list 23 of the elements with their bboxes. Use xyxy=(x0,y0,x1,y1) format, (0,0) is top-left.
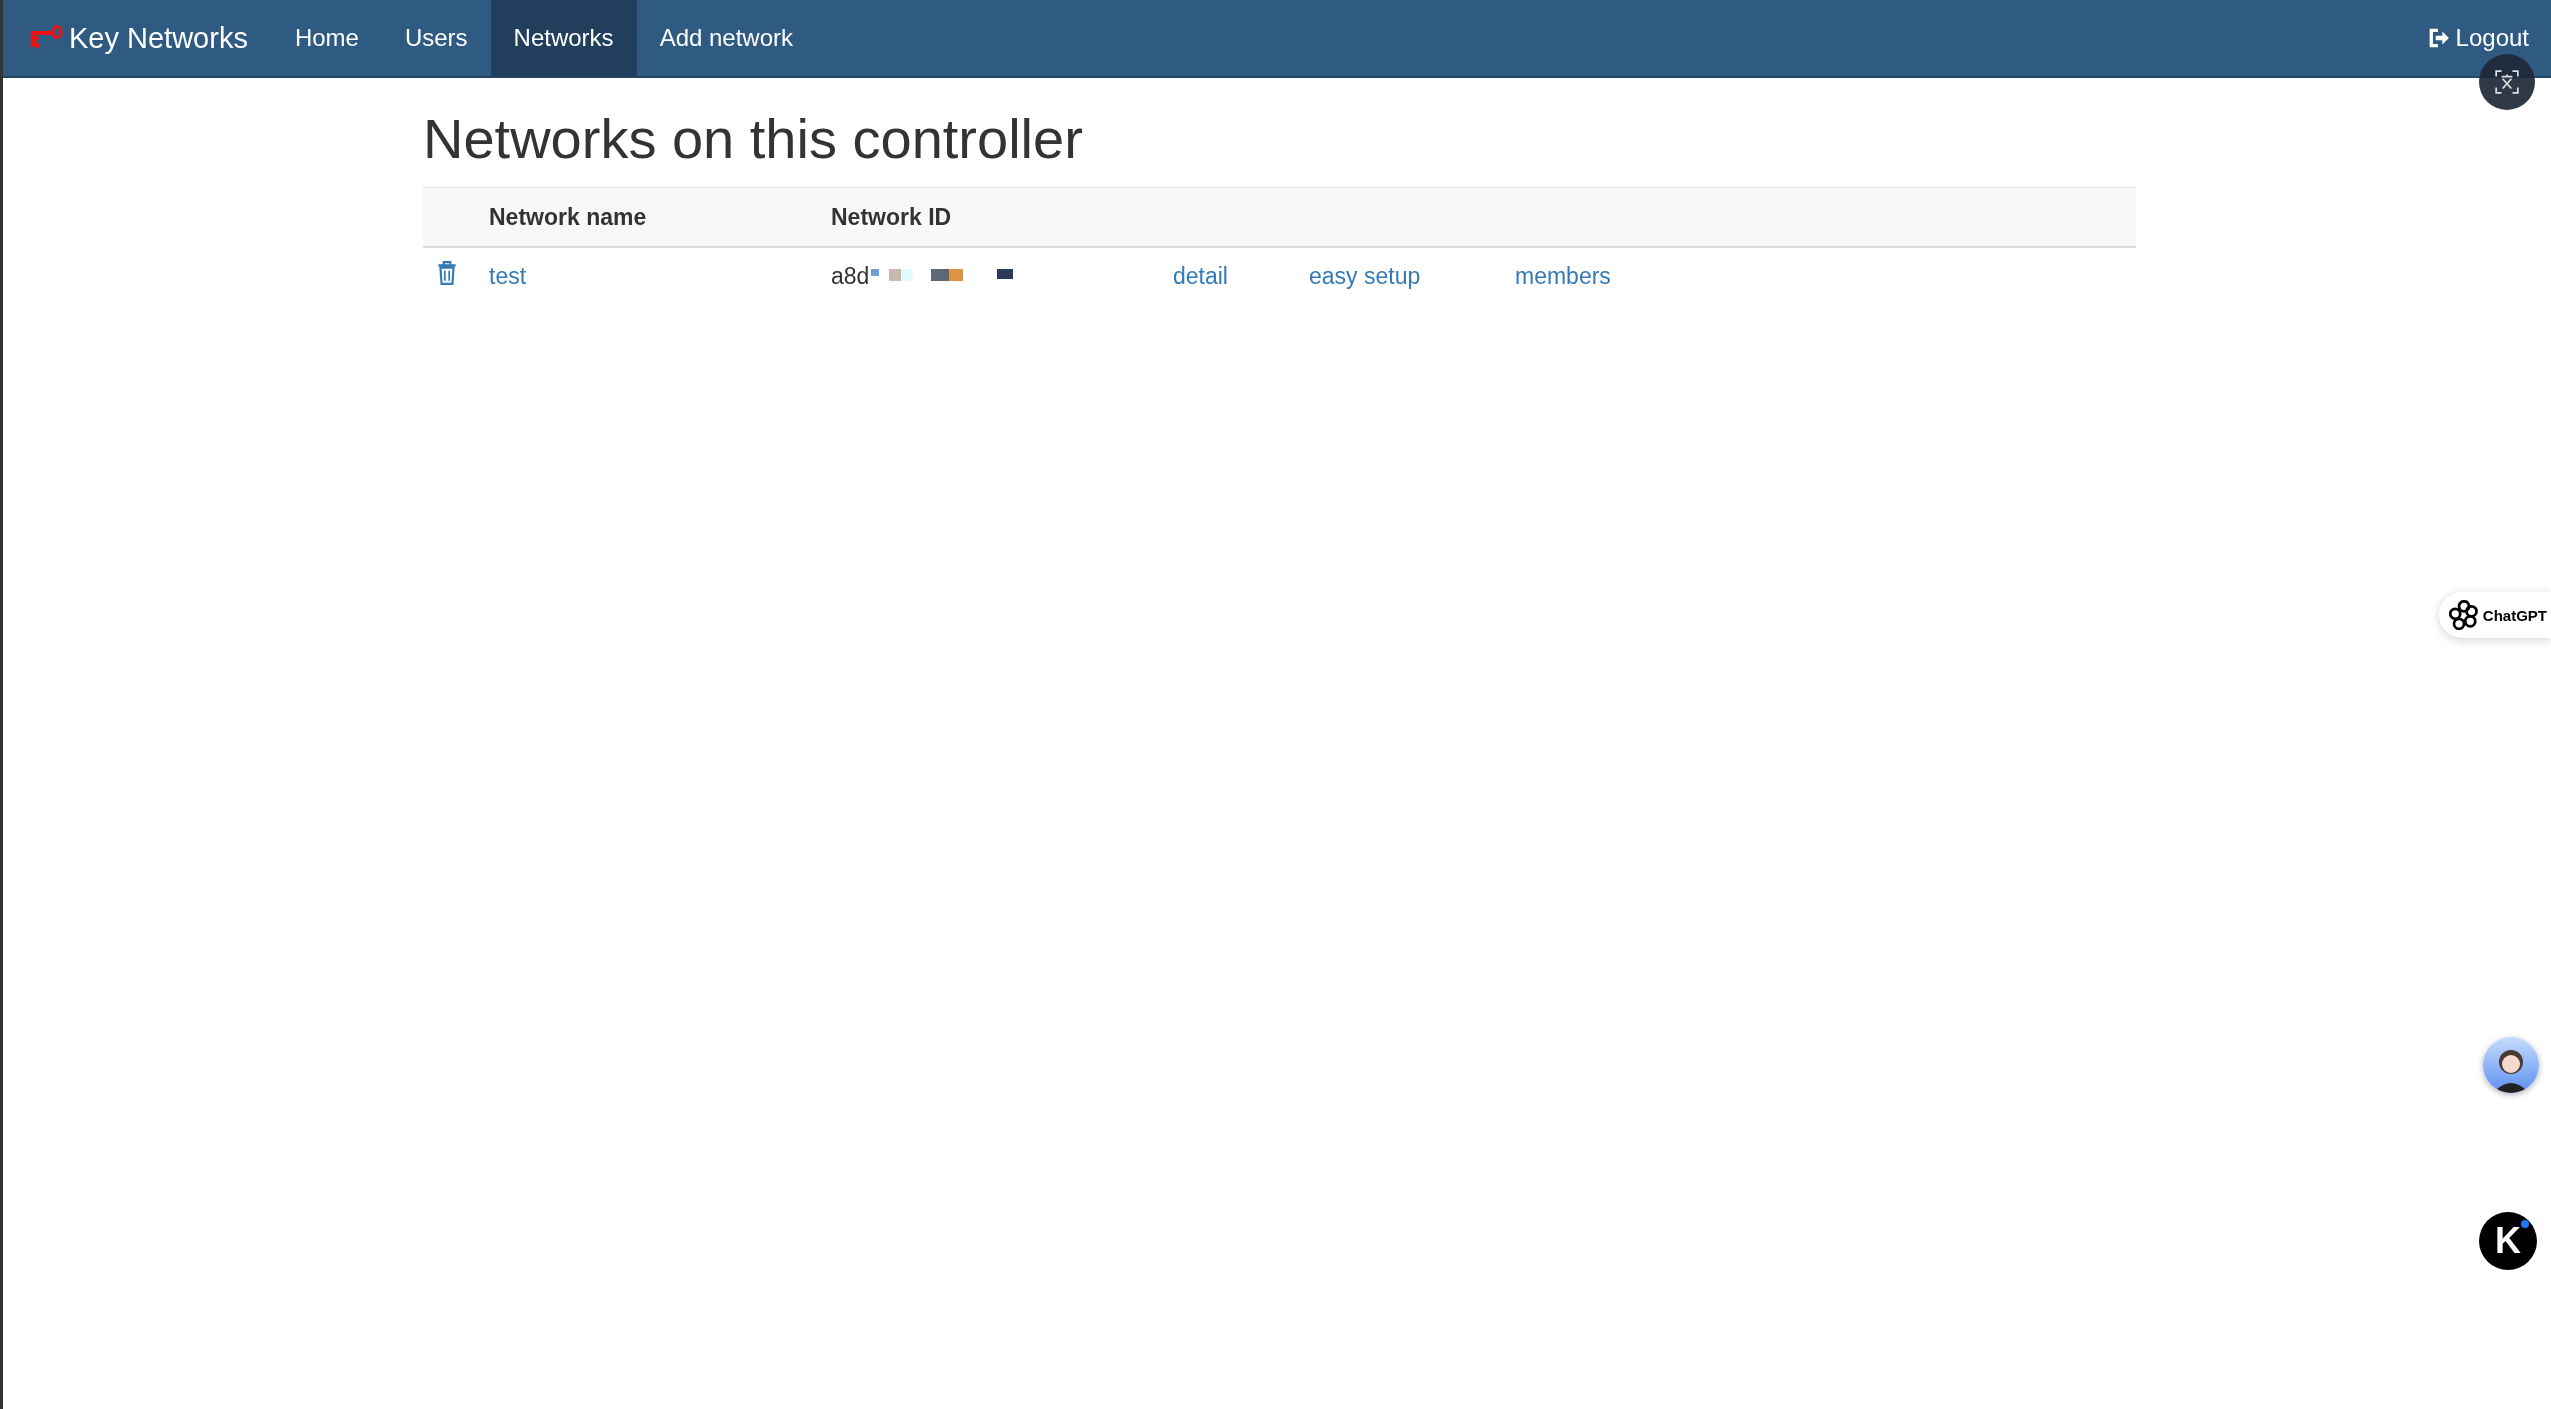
logout-icon xyxy=(2427,28,2450,48)
column-header: Network ID xyxy=(831,187,1173,247)
network-id: a8d xyxy=(831,262,870,289)
key-icon xyxy=(29,25,63,51)
column-header: Network name xyxy=(489,187,831,247)
avatar[interactable] xyxy=(2483,1037,2539,1093)
nav-link[interactable]: Users xyxy=(381,0,491,76)
flower-icon xyxy=(2448,600,2479,630)
translate-button[interactable] xyxy=(2479,54,2535,110)
nav-link[interactable]: Home xyxy=(271,0,382,76)
logout-link[interactable]: Logout xyxy=(2427,24,2529,52)
page-title: Networks on this controller xyxy=(423,106,1084,171)
action-link[interactable]: members xyxy=(1515,262,1611,289)
action-link[interactable]: easy setup xyxy=(1309,262,1421,289)
trash-icon[interactable] xyxy=(437,261,457,285)
chatgpt-tab[interactable]: ChatGPT xyxy=(2438,592,2551,638)
brand-link[interactable]: Key Networks xyxy=(69,21,248,55)
action-link[interactable]: detail xyxy=(1173,262,1228,289)
translate-icon xyxy=(2494,69,2520,95)
nav-link[interactable]: Networks xyxy=(490,0,637,76)
network-link[interactable]: test xyxy=(489,262,527,289)
nav-link[interactable]: Add network xyxy=(636,0,817,76)
k-button[interactable]: K xyxy=(2479,1212,2537,1270)
